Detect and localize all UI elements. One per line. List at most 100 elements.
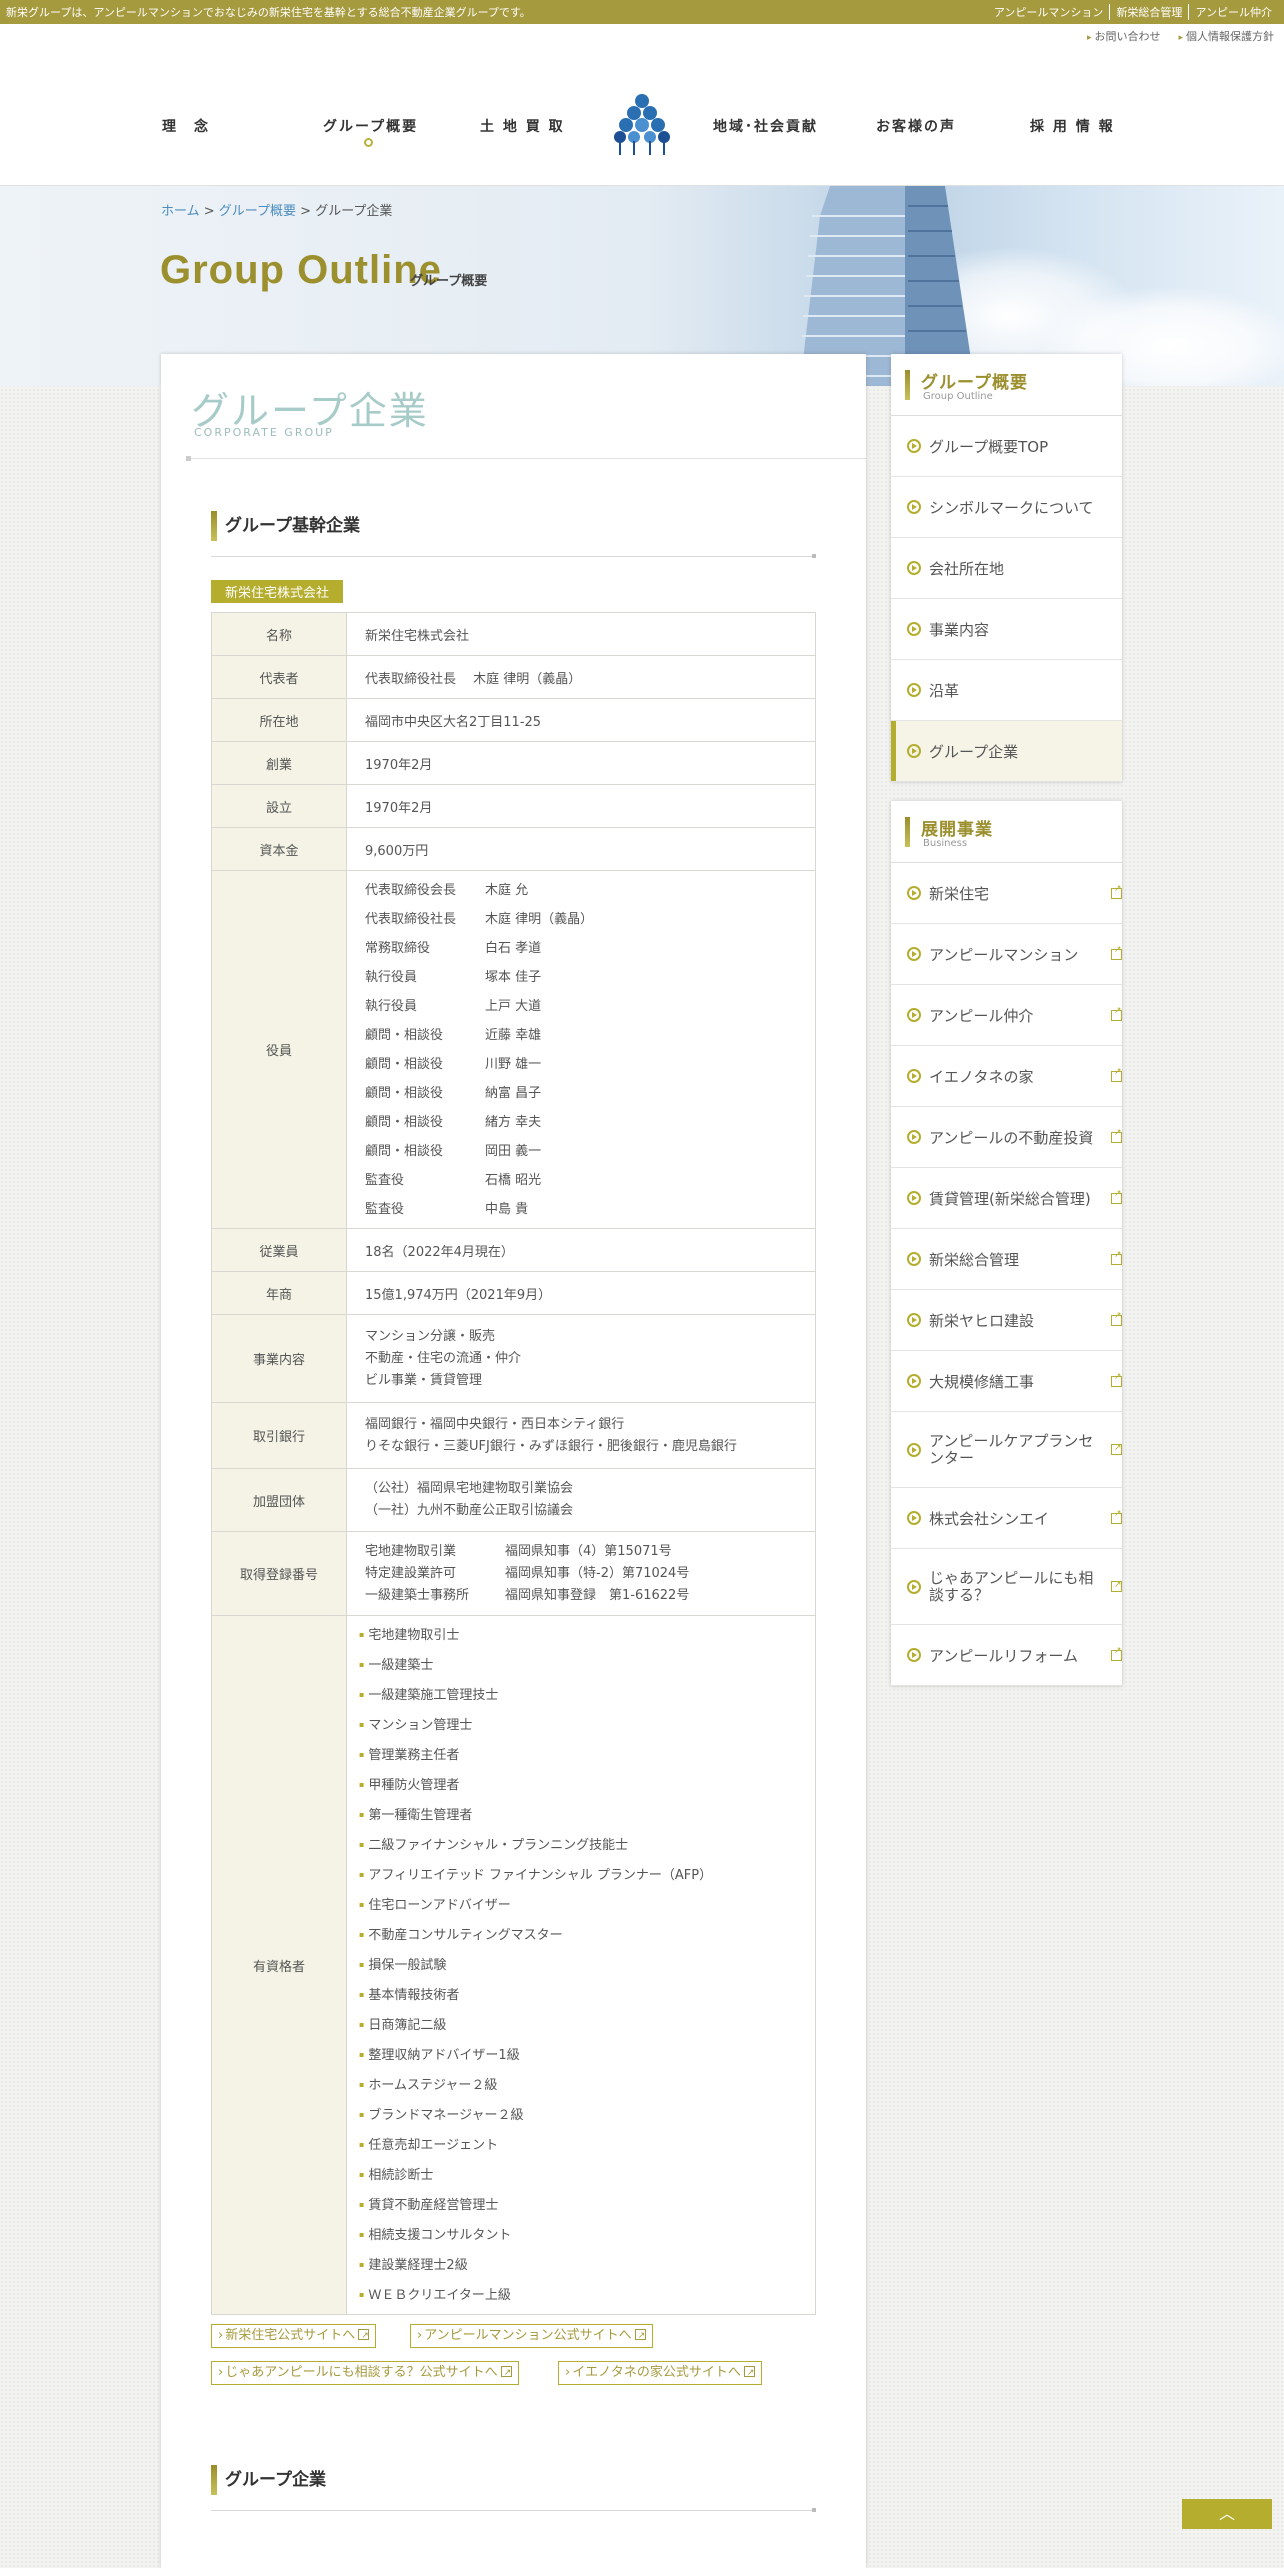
- table-row: 所在地 福岡市中央区大名2丁目11-25: [211, 698, 816, 742]
- officer-item: 監査役 中島 貴: [365, 1195, 797, 1224]
- company-tag: 新栄住宅株式会社: [211, 580, 344, 603]
- sidebar-item-label: イエノタネの家: [929, 1067, 1034, 1086]
- officer-name: 塚本 佳子: [485, 969, 542, 985]
- officer-role: 代表取締役社長: [365, 911, 457, 927]
- sidebar-item-history[interactable]: 沿革: [891, 660, 1122, 721]
- row-value: 18名（2022年4月現在）: [346, 1228, 816, 1272]
- qualification-item: 一級建築士: [359, 1650, 797, 1680]
- qualification-item: 一級建築施工管理技士: [359, 1680, 797, 1710]
- business-list: マンション分譲・販売 不動産・住宅の流通・仲介 ビル事業・賃貸管理: [346, 1314, 816, 1403]
- link-ampeal-mansion-site[interactable]: › アンピールマンション公式サイトへ: [410, 2324, 653, 2348]
- arrow-circle-icon: [907, 886, 921, 900]
- section-heading-core: グループ基幹企業: [211, 511, 360, 541]
- table-row: 創業 1970年2月: [211, 741, 816, 785]
- sidebar-item-group-companies[interactable]: グループ企業: [891, 721, 1122, 782]
- officer-name: 川野 雄一: [485, 1056, 542, 1072]
- sidebar-item-label: 株式会社シンエイ: [929, 1509, 1050, 1528]
- top-link-ampeal-mansion[interactable]: アンピールマンション: [988, 4, 1110, 20]
- association-item: （一社）九州不動産公正取引協議会: [365, 1503, 574, 1518]
- nav-community[interactable]: 地域･社会貢献: [713, 116, 818, 136]
- top-bar: 新栄グループは、アンピールマンションでおなじみの新栄住宅を基幹とする総合不動産企…: [0, 0, 1284, 24]
- arrow-circle-icon: [907, 1442, 921, 1457]
- breadcrumb-home[interactable]: ホーム: [161, 204, 200, 219]
- sidebar-item-business-1[interactable]: アンピールマンション: [891, 924, 1122, 985]
- row-value: 代表取締役社長 木庭 律明（義晶）: [346, 655, 816, 699]
- sidebar-item-label: アンピールマンション: [929, 945, 1079, 964]
- sidebar-item-group-top[interactable]: グループ概要TOP: [891, 416, 1122, 477]
- link-shinei-jutaku-site[interactable]: › 新栄住宅公式サイトへ: [211, 2324, 377, 2348]
- sidebar-item-label: アンピールの不動産投資: [929, 1128, 1094, 1147]
- qualification-item: マンション管理士: [359, 1710, 797, 1740]
- sidebar-item-locations[interactable]: 会社所在地: [891, 538, 1122, 599]
- officer-role: 顧問・相談役: [365, 1143, 444, 1159]
- external-link-icon: [1111, 1189, 1122, 1204]
- arrow-circle-icon: [907, 622, 921, 636]
- sidebar-item-label: アンピール仲介: [929, 1006, 1034, 1025]
- sidebar-item-business-7[interactable]: 新栄ヤヒロ建設: [891, 1290, 1122, 1351]
- nav-group-outline[interactable]: グループ概要: [323, 116, 418, 136]
- officer-item: 執行役員 塚本 佳子: [365, 963, 797, 992]
- sidebar-header: 展開事業 Business: [891, 801, 1122, 863]
- arrow-circle-icon: [907, 744, 921, 758]
- qualification-item: ＷＥＢクリエイター上級: [359, 2280, 797, 2310]
- nav-philosophy[interactable]: 理 念: [162, 116, 210, 136]
- sidebar-group-outline: グループ概要 Group Outline グループ概要TOP シンボルマークにつ…: [891, 354, 1122, 782]
- contact-link[interactable]: お問い合わせ: [1087, 28, 1160, 44]
- officer-name: 白石 孝道: [485, 940, 542, 956]
- row-value: 1970年2月: [346, 784, 816, 828]
- officer-item: 顧問・相談役 緒方 幸夫: [365, 1108, 797, 1137]
- sidebar-item-business-0[interactable]: 新栄住宅: [891, 863, 1122, 924]
- link-label: じゃあアンピールにも相談する？公式サイトへ: [225, 2365, 498, 2380]
- qualification-item: 不動産コンサルティングマスター: [359, 1920, 797, 1950]
- sidebar-item-business-11[interactable]: じゃあアンピールにも相談する？: [891, 1549, 1122, 1625]
- nav-recruit[interactable]: 採 用 情 報: [1030, 116, 1115, 136]
- page-top-button[interactable]: ︿: [1182, 2499, 1272, 2529]
- top-link-ampeal-chukai[interactable]: アンピール仲介: [1188, 4, 1278, 20]
- sidebar-item-business-10[interactable]: 株式会社シンエイ: [891, 1488, 1122, 1549]
- sidebar-item-label: グループ企業: [929, 742, 1019, 761]
- external-link-icon: [1111, 1250, 1122, 1265]
- sidebar-item-business-3[interactable]: イエノタネの家: [891, 1046, 1122, 1107]
- qualification-item: 相続支援コンサルタント: [359, 2220, 797, 2250]
- tagline: 新栄グループは、アンピールマンションでおなじみの新栄住宅を基幹とする総合不動産企…: [6, 6, 531, 19]
- registration-number: 福岡県知事（4）第15071号: [505, 1543, 672, 1559]
- privacy-link[interactable]: 個人情報保護方針: [1178, 28, 1274, 44]
- qualification-item: 整理収納アドバイザー1級: [359, 2040, 797, 2070]
- officer-name: 木庭 允: [485, 882, 529, 898]
- business-item: マンション分譲・販売: [365, 1328, 496, 1344]
- sidebar-item-label: 新栄ヤヒロ建設: [929, 1311, 1035, 1330]
- row-value: 福岡市中央区大名2丁目11-25: [346, 698, 816, 742]
- top-link-shinei-sogo[interactable]: 新栄総合管理: [1109, 4, 1188, 20]
- link-jaa-ampeal-site[interactable]: › じゃあアンピールにも相談する？公式サイトへ: [211, 2361, 519, 2385]
- nav-land-purchase[interactable]: 土 地 買 取: [480, 116, 565, 136]
- sidebar-item-business-2[interactable]: アンピール仲介: [891, 985, 1122, 1046]
- nav-customer-voice[interactable]: お客様の声: [876, 116, 956, 136]
- business-item: ビル事業・賃貸管理: [365, 1372, 483, 1388]
- sidebar-item-business-9[interactable]: アンピールケアプランセンター: [891, 1412, 1122, 1488]
- arrow-circle-icon: [907, 1130, 921, 1144]
- officer-item: 代表取締役社長 木庭 律明（義晶）: [365, 905, 797, 934]
- row-label: 役員: [211, 870, 347, 1229]
- link-ienotane-site[interactable]: › イエノタネの家公式サイトへ: [558, 2361, 762, 2385]
- sidebar-item-business[interactable]: 事業内容: [891, 599, 1122, 660]
- section-heading-group: グループ企業: [211, 2465, 326, 2495]
- sidebar-item-symbol[interactable]: シンボルマークについて: [891, 477, 1122, 538]
- section-divider: [211, 2508, 816, 2512]
- heading-bar: [905, 817, 910, 847]
- officer-name: 緒方 幸夫: [485, 1114, 542, 1130]
- sidebar-item-business-12[interactable]: アンピールリフォーム: [891, 1625, 1122, 1686]
- sidebar-item-label: 新栄総合管理: [929, 1250, 1020, 1269]
- logo[interactable]: [612, 93, 672, 157]
- breadcrumb-group-outline[interactable]: グループ概要: [219, 204, 296, 219]
- arrow-circle-icon: [907, 1313, 921, 1327]
- sidebar-item-business-8[interactable]: 大規模修繕工事: [891, 1351, 1122, 1412]
- qualification-item: 任意売却エージェント: [359, 2130, 797, 2160]
- sidebar-item-label: 沿革: [929, 681, 960, 700]
- sidebar-item-business-6[interactable]: 新栄総合管理: [891, 1229, 1122, 1290]
- sidebar-item-business-4[interactable]: アンピールの不動産投資: [891, 1107, 1122, 1168]
- registration-list: 宅地建物取引業 福岡県知事（4）第15071号 特定建設業許可 福岡県知事（特-2）…: [346, 1531, 816, 1616]
- sidebar-item-business-5[interactable]: 賃貸管理(新栄総合管理): [891, 1168, 1122, 1229]
- officer-name: 納富 昌子: [485, 1085, 542, 1101]
- sidebar-header: グループ概要 Group Outline: [891, 354, 1122, 416]
- arrow-circle-icon: [907, 1191, 921, 1205]
